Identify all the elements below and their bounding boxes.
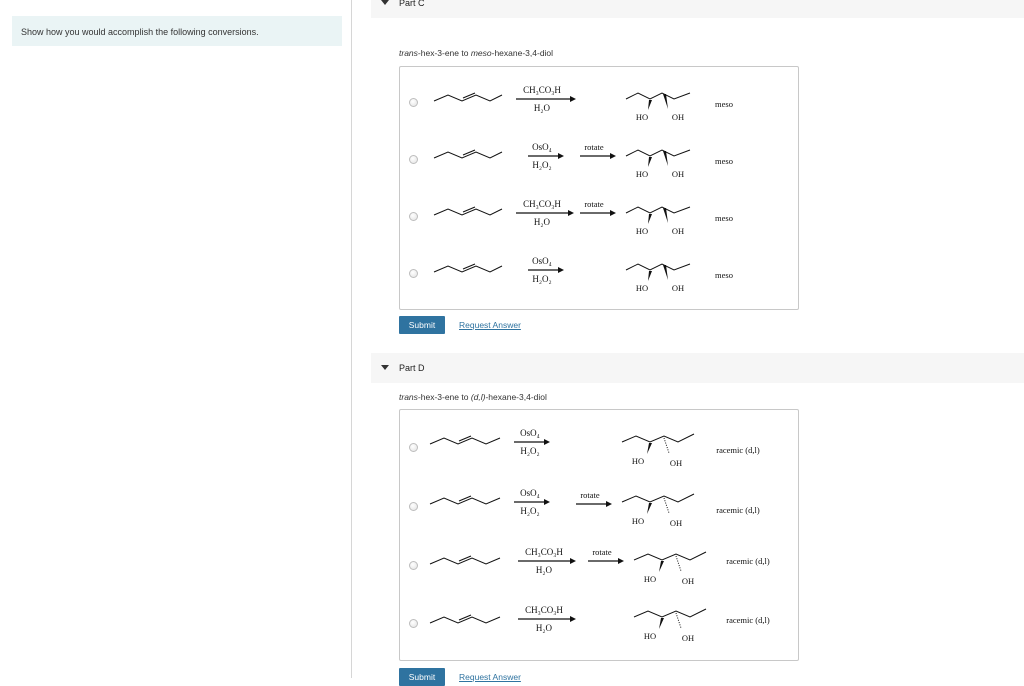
request-answer-link[interactable]: Request Answer [459, 672, 521, 682]
question-italic-trans: trans [399, 392, 418, 402]
part-d-choices: OsO₄ H₂O₂ HO OH racemic (d,l) OsO₄ H₂O₂ [399, 409, 799, 661]
choice-d-3[interactable]: CH₃CO₃H H₂O rotate HO OH racemic (d,l) [400, 534, 798, 590]
reaction-scheme-c-4: OsO₄ H₂O₂ HO OH meso [433, 256, 733, 293]
result-label: meso [715, 270, 733, 280]
reagent-top: OsO₄ [520, 428, 540, 438]
oh-left-label: HO [644, 574, 656, 584]
part-d-question: trans-hex-3-ene to (d,l)-hexane-3,4-diol [399, 392, 547, 402]
oh-right-label: OH [672, 112, 684, 122]
reaction-scheme-c-3: CH₃CO₃H H₂O rotate HO OH meso [433, 199, 733, 236]
rotate-label: rotate [584, 142, 604, 152]
oh-left-label: HO [632, 516, 644, 526]
reagent-top: OsO₄ [532, 256, 552, 266]
part-c-question: trans-hex-3-ene to meso-hexane-3,4-diol [399, 48, 553, 58]
choice-c-4[interactable]: OsO₄ H₂O₂ HO OH meso [400, 242, 798, 298]
oh-right-label: OH [682, 576, 694, 586]
collapse-arrow-icon[interactable] [381, 0, 389, 5]
reagent-bottom: H₂O₂ [532, 274, 551, 284]
question-text: -hex-3-ene to [417, 392, 471, 402]
oh-right-label: OH [672, 283, 684, 293]
result-label: racemic (d,l) [726, 556, 770, 566]
reaction-scheme-d-1: OsO₄ H₂O₂ HO OH racemic (d,l) [429, 428, 760, 468]
question-italic-meso: meso [470, 48, 492, 58]
reagent-top: OsO₄ [520, 488, 540, 498]
choice-d-1[interactable]: OsO₄ H₂O₂ HO OH racemic (d,l) [400, 416, 798, 472]
reaction-scheme-c-2: OsO₄ H₂O₂ rotate HO OH meso [433, 142, 733, 179]
oh-left-label: HO [636, 112, 648, 122]
part-c-choices: CH₃CO₃H H₂O HO OH meso OsO₄ H₂O₂ rotate … [399, 66, 799, 310]
choice-c-3[interactable]: CH₃CO₃H H₂O rotate HO OH meso [400, 185, 798, 241]
question-text: -hex-3-ene to [417, 48, 471, 58]
submit-button[interactable]: Submit [399, 316, 445, 334]
oh-left-label: HO [636, 226, 648, 236]
choice-c-2[interactable]: OsO₄ H₂O₂ rotate HO OH meso [400, 128, 798, 184]
reagent-bottom: H₂O [534, 103, 551, 113]
oh-right-label: OH [672, 169, 684, 179]
oh-left-label: HO [644, 631, 656, 641]
oh-right-label: OH [682, 633, 694, 643]
choice-c-1[interactable]: CH₃CO₃H H₂O HO OH meso [400, 71, 798, 127]
request-answer-link[interactable]: Request Answer [459, 320, 521, 330]
problem-prompt: Show how you would accomplish the follow… [12, 16, 342, 46]
reaction-scheme-c-1: CH₃CO₃H H₂O HO OH meso [433, 85, 733, 122]
submit-button[interactable]: Submit [399, 668, 445, 686]
oh-left-label: HO [632, 456, 644, 466]
reagent-bottom: H₂O [536, 623, 553, 633]
oh-left-label: HO [636, 283, 648, 293]
result-label: racemic (d,l) [716, 445, 760, 455]
reagent-top: CH₃CO₃H [523, 85, 561, 95]
question-text-suffix: -hexane-3,4-diol [491, 48, 554, 58]
choice-d-2[interactable]: OsO₄ H₂O₂ rotate HO OH racemic (d,l) [400, 476, 798, 532]
result-label: meso [715, 99, 733, 109]
question-italic-dl: (d,l) [470, 392, 486, 402]
reagent-top: CH₃CO₃H [523, 199, 561, 209]
result-label: meso [715, 156, 733, 166]
reagent-bottom: H₂O₂ [532, 160, 551, 170]
rotate-label: rotate [584, 199, 604, 209]
reagent-top: CH₃CO₃H [525, 547, 563, 557]
right-pane: Part C trans-hex-3-ene to meso-hexane-3,… [353, 0, 1024, 686]
choice-d-4[interactable]: CH₃CO₃H H₂O HO OH racemic (d,l) [400, 593, 798, 649]
left-pane: Show how you would accomplish the follow… [0, 0, 352, 678]
reagent-bottom: H₂O [536, 565, 553, 575]
reagent-top: CH₃CO₃H [525, 605, 563, 615]
oh-left-label: HO [636, 169, 648, 179]
reaction-scheme-d-4: CH₃CO₃H H₂O HO OH racemic (d,l) [429, 605, 770, 643]
part-d-header[interactable]: Part D [371, 353, 1024, 383]
reaction-scheme-d-3: CH₃CO₃H H₂O rotate HO OH racemic (d,l) [429, 547, 770, 586]
reagent-bottom: H₂O₂ [520, 506, 539, 516]
rotate-label: rotate [580, 490, 600, 500]
reagent-bottom: H₂O [534, 217, 551, 227]
part-c-header[interactable]: Part C [371, 0, 1024, 18]
collapse-arrow-icon[interactable] [381, 365, 389, 370]
result-label: meso [715, 213, 733, 223]
part-c-title: Part C [399, 0, 425, 8]
reagent-bottom: H₂O₂ [520, 446, 539, 456]
reaction-scheme-d-2: OsO₄ H₂O₂ rotate HO OH racemic (d,l) [429, 488, 760, 528]
result-label: racemic (d,l) [716, 505, 760, 515]
oh-right-label: OH [670, 518, 682, 528]
oh-right-label: OH [672, 226, 684, 236]
oh-right-label: OH [670, 458, 682, 468]
reagent-top: OsO₄ [532, 142, 552, 152]
result-label: racemic (d,l) [726, 615, 770, 625]
question-text-suffix: -hexane-3,4-diol [485, 392, 547, 402]
rotate-label: rotate [592, 547, 612, 557]
part-d-title: Part D [399, 363, 425, 373]
question-italic-trans: trans [399, 48, 418, 58]
